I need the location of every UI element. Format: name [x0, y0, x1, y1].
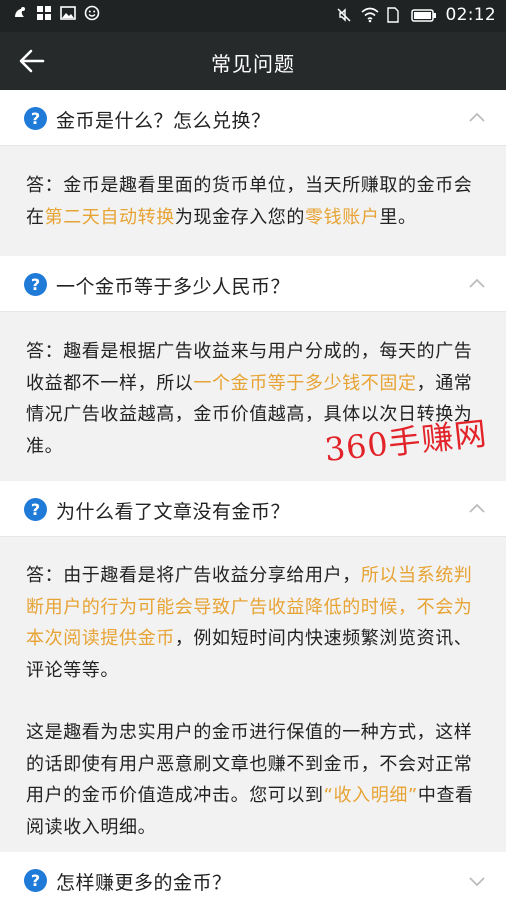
- faq-answer-paragraph: 这是趣看为忠实用户的金币进行保值的一种方式，这样的话即使有用户恶意刷文章也赚不到…: [26, 717, 480, 843]
- faq-question-1[interactable]: ? 金币是什么？怎么兑换？: [0, 90, 506, 146]
- mute-icon: [336, 7, 352, 23]
- faq-question-4[interactable]: ? 怎样赚更多的金币？: [0, 852, 506, 900]
- highlight-text: 零钱账户: [305, 206, 380, 228]
- faq-answer-paragraph: 答：金币是趣看里面的货币单位，当天所赚取的金币会在第二天自动转换为现金存入您的零…: [26, 170, 480, 233]
- emoji-icon: [84, 5, 100, 21]
- question-mark-icon: ?: [24, 107, 47, 130]
- highlight-text: 第二天自动转换: [44, 206, 175, 228]
- answer-text: 答：由于趣看是将广告收益分享给用户，: [26, 565, 361, 586]
- answer-text: 里。: [379, 206, 417, 228]
- question-mark-icon: ?: [24, 273, 47, 296]
- faq-question-text: 一个金币等于多少人民币？: [56, 276, 291, 298]
- chevron-up-icon: [469, 112, 485, 122]
- page-title: 常见问题: [211, 52, 295, 76]
- question-mark-icon: ?: [24, 498, 47, 521]
- answer-text: 为现金存入您的: [174, 206, 306, 228]
- faq-answer-1: 答：金币是趣看里面的货币单位，当天所赚取的金币会在第二天自动转换为现金存入您的零…: [0, 170, 506, 233]
- chevron-up-icon: [469, 278, 485, 288]
- notification-icon: [12, 5, 28, 21]
- chevron-down-icon: [469, 877, 485, 887]
- faq-answer-paragraph: 答：由于趣看是将广告收益分享给用户，所以当系统判断用户的行为可能会导致广告收益降…: [26, 560, 480, 686]
- faq-question-text: 怎样赚更多的金币？: [56, 872, 232, 894]
- status-left-icons: [12, 5, 100, 21]
- image-icon: [60, 5, 76, 21]
- battery-icon: [410, 7, 437, 23]
- apps-icon: [36, 5, 52, 21]
- chevron-up-icon: [469, 503, 485, 513]
- faq-question-text: 金币是什么？怎么兑换？: [56, 110, 271, 132]
- status-bar: 02:12: [0, 0, 506, 32]
- wifi-icon: [360, 7, 379, 23]
- faq-question-3[interactable]: ? 为什么看了文章没有金币？: [0, 481, 506, 537]
- highlight-text: 一个金币等于多少钱不固定: [193, 372, 417, 394]
- question-mark-icon: ?: [24, 869, 47, 892]
- highlight-text: “收入明细”: [323, 785, 418, 806]
- faq-answer-3: 答：由于趣看是将广告收益分享给用户，所以当系统判断用户的行为可能会导致广告收益降…: [0, 560, 506, 843]
- status-time: 02:12: [445, 5, 496, 25]
- sim-icon: [386, 7, 402, 23]
- faq-question-2[interactable]: ? 一个金币等于多少人民币？: [0, 256, 506, 312]
- status-right-icons: 02:12: [336, 5, 497, 25]
- faq-question-text: 为什么看了文章没有金币？: [56, 501, 291, 523]
- nav-bar: 常见问题: [0, 32, 506, 90]
